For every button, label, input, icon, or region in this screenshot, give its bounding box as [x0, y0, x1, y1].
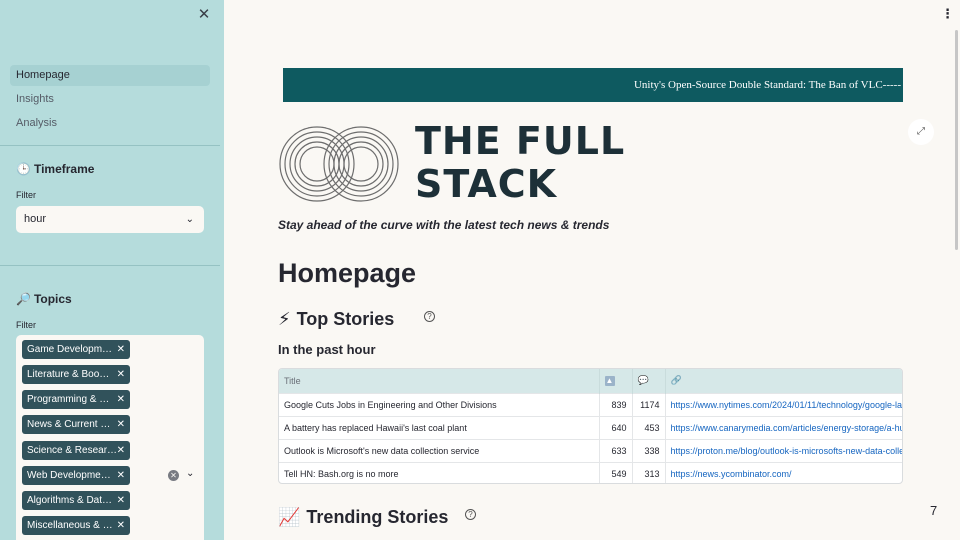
story-score: 839 [599, 392, 633, 416]
close-sidebar-icon[interactable]: ✕ [196, 7, 212, 23]
column-header-link[interactable]: 🔗 [665, 369, 902, 393]
story-comments: 313 [632, 461, 666, 483]
clear-all-icon[interactable]: ✕ [168, 470, 179, 481]
story-link[interactable]: https://www.nytimes.com/2024/01/11/techn… [665, 392, 902, 416]
table-row[interactable]: A battery has replaced Hawaii's last coa… [279, 415, 902, 439]
help-icon[interactable]: ? [465, 509, 476, 520]
remove-tag-icon[interactable]: ✕ [117, 415, 125, 434]
comment-icon: 💬 [637, 375, 649, 386]
news-ticker[interactable]: Unity's Open-Source Double Standard: The… [283, 68, 903, 102]
topic-tag[interactable]: Programming & … ✕ [22, 390, 130, 409]
remove-tag-icon[interactable]: ✕ [117, 441, 125, 460]
story-title: Outlook is Microsoft's new data collecti… [279, 438, 600, 462]
nav-item-homepage[interactable]: Homepage [10, 65, 210, 86]
tagline: Stay ahead of the curve with the latest … [278, 218, 610, 232]
sidebar: ✕ Homepage Insights Analysis 🕒 Timeframe… [0, 0, 224, 540]
logo-mark-icon [279, 126, 399, 202]
magnifier-icon: 🔎 [16, 292, 31, 306]
table-row[interactable]: Google Cuts Jobs in Engineering and Othe… [279, 392, 902, 416]
table-header-row: Title ▲ 💬 🔗 [279, 369, 902, 393]
lightning-icon: ⚡ [278, 309, 291, 329]
chevron-down-icon: ⌄ [185, 214, 194, 225]
top-stories-table[interactable]: Title ▲ 💬 🔗 Google Cuts Jobs in Engineer… [278, 368, 903, 484]
topic-tag[interactable]: News & Current … ✕ [22, 415, 130, 434]
table-row[interactable]: Outlook is Microsoft's new data collecti… [279, 438, 902, 462]
trending-stories-heading: 📈 Trending Stories [278, 507, 448, 528]
topic-tag[interactable]: Literature & Boo… ✕ [22, 365, 130, 384]
story-link[interactable]: https://news.ycombinator.com/ [665, 461, 902, 483]
story-link[interactable]: https://proton.me/blog/outlook-is-micros… [665, 438, 902, 462]
remove-tag-icon[interactable]: ✕ [117, 466, 125, 485]
main-menu-icon[interactable]: ⋮ [941, 7, 954, 23]
topic-tag-label: Web Developme… [27, 470, 111, 481]
story-link[interactable]: https://www.canarymedia.com/articles/ene… [665, 415, 902, 439]
remove-tag-icon[interactable]: ✕ [117, 365, 125, 384]
logo-line-1: THE FULL [415, 119, 626, 163]
timeframe-selected-value: hour [24, 213, 47, 225]
column-header-title[interactable]: Title [279, 369, 600, 393]
timeframe-filter-label: Filter [16, 190, 36, 200]
column-header-score[interactable]: ▲ [599, 369, 633, 393]
timeframe-heading: 🕒 Timeframe [16, 162, 94, 176]
chevron-down-icon[interactable]: ⌄ [186, 468, 194, 479]
timeframe-select[interactable]: hour ⌄ [16, 206, 204, 233]
topic-tag-label: Programming & … [27, 394, 110, 405]
remove-tag-icon[interactable]: ✕ [117, 390, 125, 409]
topic-tag-label: News & Current … [27, 419, 111, 430]
remove-tag-icon[interactable]: ✕ [117, 516, 125, 535]
clock-icon: 🕒 [16, 162, 31, 176]
topics-filter-label: Filter [16, 320, 36, 330]
timeframe-title: Timeframe [33, 162, 95, 176]
topic-tag-label: Game Developm… [27, 344, 113, 355]
topic-tag[interactable]: Algorithms & Dat… ✕ [22, 491, 130, 510]
sidebar-nav: Homepage Insights Analysis [10, 65, 210, 137]
upvote-icon: ▲ [604, 376, 615, 387]
remove-tag-icon[interactable]: ✕ [117, 491, 125, 510]
nav-item-insights[interactable]: Insights [10, 89, 210, 110]
top-stories-title: Top Stories [296, 309, 395, 329]
story-comments: 338 [632, 438, 666, 462]
top-stories-heading: ⚡ Top Stories [278, 309, 394, 330]
logo-wordmark: THE FULL STACK [415, 120, 625, 206]
story-comments: 1174 [632, 392, 666, 416]
topic-tag-label: Miscellaneous & … [27, 520, 113, 531]
chart-increasing-icon: 📈 [278, 507, 301, 527]
trending-stories-title: Trending Stories [306, 507, 449, 527]
story-score: 633 [599, 438, 633, 462]
topic-tag[interactable]: Game Developm… ✕ [22, 340, 130, 359]
story-title: Tell HN: Bash.org is no more [279, 461, 600, 483]
page-title: Homepage [278, 258, 417, 288]
story-score: 549 [599, 461, 633, 483]
topic-tag[interactable]: Web Developme… ✕ [22, 466, 130, 485]
topic-tag[interactable]: Science & Resear… ✕ [22, 441, 130, 460]
timeframe-subheading: In the past hour [278, 342, 376, 357]
topic-tag-label: Algorithms & Dat… [27, 495, 113, 506]
topics-title: Topics [33, 292, 72, 306]
table-row[interactable]: Tell HN: Bash.org is no more 549 313 htt… [279, 461, 902, 483]
remove-tag-icon[interactable]: ✕ [117, 340, 125, 359]
topics-multiselect[interactable]: Game Developm… ✕ Literature & Boo… ✕ Progr… [16, 335, 204, 540]
sidebar-divider [0, 145, 220, 146]
topics-heading: 🔎 Topics [16, 292, 72, 306]
topic-tag-label: Science & Resear… [27, 445, 118, 456]
help-icon[interactable]: ? [424, 311, 435, 322]
page-number: 7 [930, 503, 938, 518]
sidebar-divider [0, 265, 220, 266]
scrollbar[interactable] [955, 30, 958, 250]
story-title: A battery has replaced Hawaii's last coa… [279, 415, 600, 439]
link-icon: 🔗 [670, 375, 682, 386]
nav-item-analysis[interactable]: Analysis [10, 113, 210, 134]
story-score: 640 [599, 415, 633, 439]
topic-tag-label: Literature & Boo… [27, 369, 110, 380]
topic-tag[interactable]: Miscellaneous & … ✕ [22, 516, 130, 535]
story-title: Google Cuts Jobs in Engineering and Othe… [279, 392, 600, 416]
fullscreen-icon[interactable]: ⤢ [908, 119, 934, 145]
logo-line-2: STACK [415, 162, 558, 206]
story-comments: 453 [632, 415, 666, 439]
column-header-comments[interactable]: 💬 [632, 369, 666, 393]
